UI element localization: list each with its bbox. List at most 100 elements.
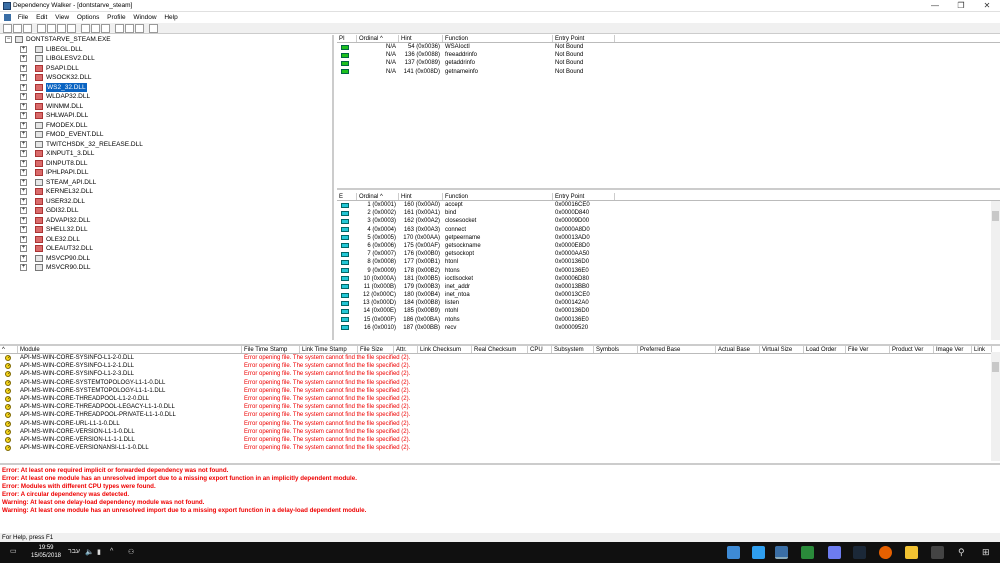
column-header[interactable]: Hint [399,193,443,200]
expand-icon[interactable]: + [20,216,27,224]
volume-icon[interactable]: 🔈 [85,548,94,556]
tree-item[interactable]: + XINPUT1_3.DLL [0,149,332,159]
column-header[interactable]: Virtual Size [760,346,804,353]
expand-icon[interactable]: + [20,55,27,62]
expand-icon[interactable] [91,23,100,33]
table-row[interactable]: ? API-MS-WIN-CORE-SYSINFO-L1-2-0.DLL Error… [0,354,1000,362]
exports-list[interactable]: E Ordinal ^ Hint Function Entry Point 1 (0x00… [337,193,1000,340]
table-row[interactable]: 12 (0x000C) 180 (0x00B4) inet_ntoa 0x00013C… [337,291,1000,299]
exports-scrollbar[interactable] [991,201,1000,340]
expand-icon[interactable]: + [20,159,27,167]
defender-icon[interactable] [727,546,740,559]
module-tree[interactable]: − DONTSTARVE_STEAM.EXE + LIBEGL.DLL + LIBGLES… [0,35,334,340]
table-row[interactable]: 5 (0x0005) 170 (0x00AA) getpeername 0x00013… [337,234,1000,242]
menu-view[interactable]: View [52,12,72,23]
clock[interactable]: 19:59 15/05/2018 [28,544,64,560]
table-row[interactable]: 4 (0x0004) 163 (0x00A3) connect 0x0000A8D0 [337,226,1000,234]
column-header[interactable]: Ordinal ^ [357,193,399,200]
profile-icon[interactable] [47,23,56,33]
column-header[interactable]: File Size [358,346,394,353]
modules-scrollbar[interactable] [991,352,1000,461]
table-row[interactable]: 7 (0x0007) 176 (0x00B0) getsockopt 0x0000AA… [337,250,1000,258]
tree-item[interactable]: + KERNEL32.DLL [0,187,332,197]
column-header[interactable]: Entry Point [553,35,615,42]
expand-icon[interactable]: + [20,197,27,205]
expand-icon[interactable]: + [20,254,27,262]
table-row[interactable]: ? API-MS-WIN-CORE-SYSINFO-L1-2-3.DLL Error… [0,370,1000,378]
column-header[interactable]: Function [443,193,553,200]
table-row[interactable]: ? API-MS-WIN-CORE-SYSTEMTOPOLOGY-L1-1-1.D… [0,387,1000,395]
scroll-thumb[interactable] [992,362,999,372]
explorer-icon[interactable] [905,546,918,559]
column-header[interactable]: Link [972,346,992,353]
help-icon[interactable] [149,23,158,33]
table-row[interactable]: 8 (0x0008) 177 (0x00B1) htonl 0x000136D0 [337,258,1000,266]
search-icon[interactable]: ⚲ [958,547,965,558]
tree-item[interactable]: + DINPUT8.DLL [0,159,332,169]
module-view-icon[interactable] [115,23,124,33]
table-row[interactable]: 11 (0x000B) 179 (0x00B3) inet_addr 0x00013B… [337,283,1000,291]
depends-taskbar-icon[interactable] [775,546,788,559]
tree-item[interactable]: + USER32.DLL [0,197,332,207]
table-row[interactable]: ? API-MS-WIN-CORE-THREADPOOL-L1-2-0.DLL Er… [0,395,1000,403]
save-icon[interactable] [13,23,22,33]
tree-item[interactable]: + LIBEGL.DLL [0,45,332,55]
refresh-icon[interactable] [57,23,66,33]
people-icon[interactable]: ⚇ [128,548,134,556]
table-row[interactable]: ? API-MS-WIN-CORE-VERSION-L1-1-0.DLL Error… [0,428,1000,436]
expand-icon[interactable]: + [20,188,27,195]
tree-item[interactable]: + SHELL32.DLL [0,225,332,235]
tree-item[interactable]: + OLEAUT32.DLL [0,244,332,254]
expand-icon[interactable]: + [20,121,27,129]
collapse-icon[interactable]: − [5,36,12,43]
column-header[interactable]: Actual Base [716,346,760,353]
column-header[interactable]: Image Ver [934,346,972,353]
column-header[interactable]: Hint [399,35,443,42]
expand-icon[interactable]: + [20,150,27,157]
tree-item[interactable]: + PSAPI.DLL [0,64,332,74]
column-header[interactable]: Preferred Base [638,346,716,353]
tree-item[interactable]: + WINMM.DLL [0,102,332,112]
module-list[interactable]: ^ Module File Time Stamp Link Time Stamp Fil… [0,344,1000,461]
column-header[interactable]: Function [443,35,553,42]
table-row[interactable]: 15 (0x000F) 186 (0x00BA) ntohs 0x000136E0 [337,316,1000,324]
view-fullpaths-icon[interactable] [67,23,76,33]
expand-icon[interactable]: + [20,112,27,119]
expand-icon[interactable]: + [20,140,27,148]
column-header[interactable]: File Ver [846,346,890,353]
table-row[interactable]: 16 (0x0010) 187 (0x00BB) recv 0x00009520 [337,324,1000,332]
column-header[interactable]: Entry Point [553,193,615,200]
tree-root[interactable]: − DONTSTARVE_STEAM.EXE [0,35,332,45]
column-header[interactable]: Link Checksum [418,346,472,353]
table-row[interactable]: ? API-MS-WIN-CORE-THREADPOOL-PRIVATE-L1-1… [0,411,1000,419]
expand-icon[interactable]: + [20,74,27,81]
firefox-icon[interactable] [879,546,892,559]
expand-icon[interactable]: + [20,131,27,138]
table-row[interactable]: ? API-MS-WIN-CORE-SYSINFO-L1-2-1.DLL Error… [0,362,1000,370]
expand-icon[interactable]: + [20,45,27,53]
table-row[interactable]: N/A 136 (0x0088) freeaddrinfo Not Bound [337,51,1000,59]
column-header[interactable]: Module [18,346,242,353]
tree-item[interactable]: + WLDAP32.DLL [0,92,332,102]
menu-file[interactable]: File [15,12,31,23]
app-icon-4[interactable] [801,546,814,559]
tile-vertical-icon[interactable] [135,23,144,33]
scroll-thumb[interactable] [992,211,999,221]
tree-item[interactable]: + WSOCK32.DLL [0,73,332,83]
tree-item[interactable]: + IPHLPAPI.DLL [0,168,332,178]
table-row[interactable]: 10 (0x000A) 181 (0x00B5) ioctlsocket 0x0000… [337,275,1000,283]
tree-item[interactable]: + ADVAPI32.DLL [0,216,332,226]
table-row[interactable]: 9 (0x0009) 178 (0x00B2) htons 0x000136E0 [337,267,1000,275]
taskview-icon[interactable] [931,546,944,559]
column-header[interactable]: CPU [528,346,552,353]
expand-icon[interactable]: + [20,93,27,100]
menu-help[interactable]: Help [161,12,180,23]
menu-profile[interactable]: Profile [104,12,128,23]
notification-icon[interactable]: ▭ [10,547,17,555]
tree-item[interactable]: + MSVCR90.DLL [0,263,332,273]
open-icon[interactable] [3,23,12,33]
column-header[interactable]: Ordinal ^ [357,35,399,42]
column-header[interactable]: PI [337,35,357,42]
steam-icon[interactable] [853,546,866,559]
language-indicator[interactable]: עבר [68,548,80,555]
